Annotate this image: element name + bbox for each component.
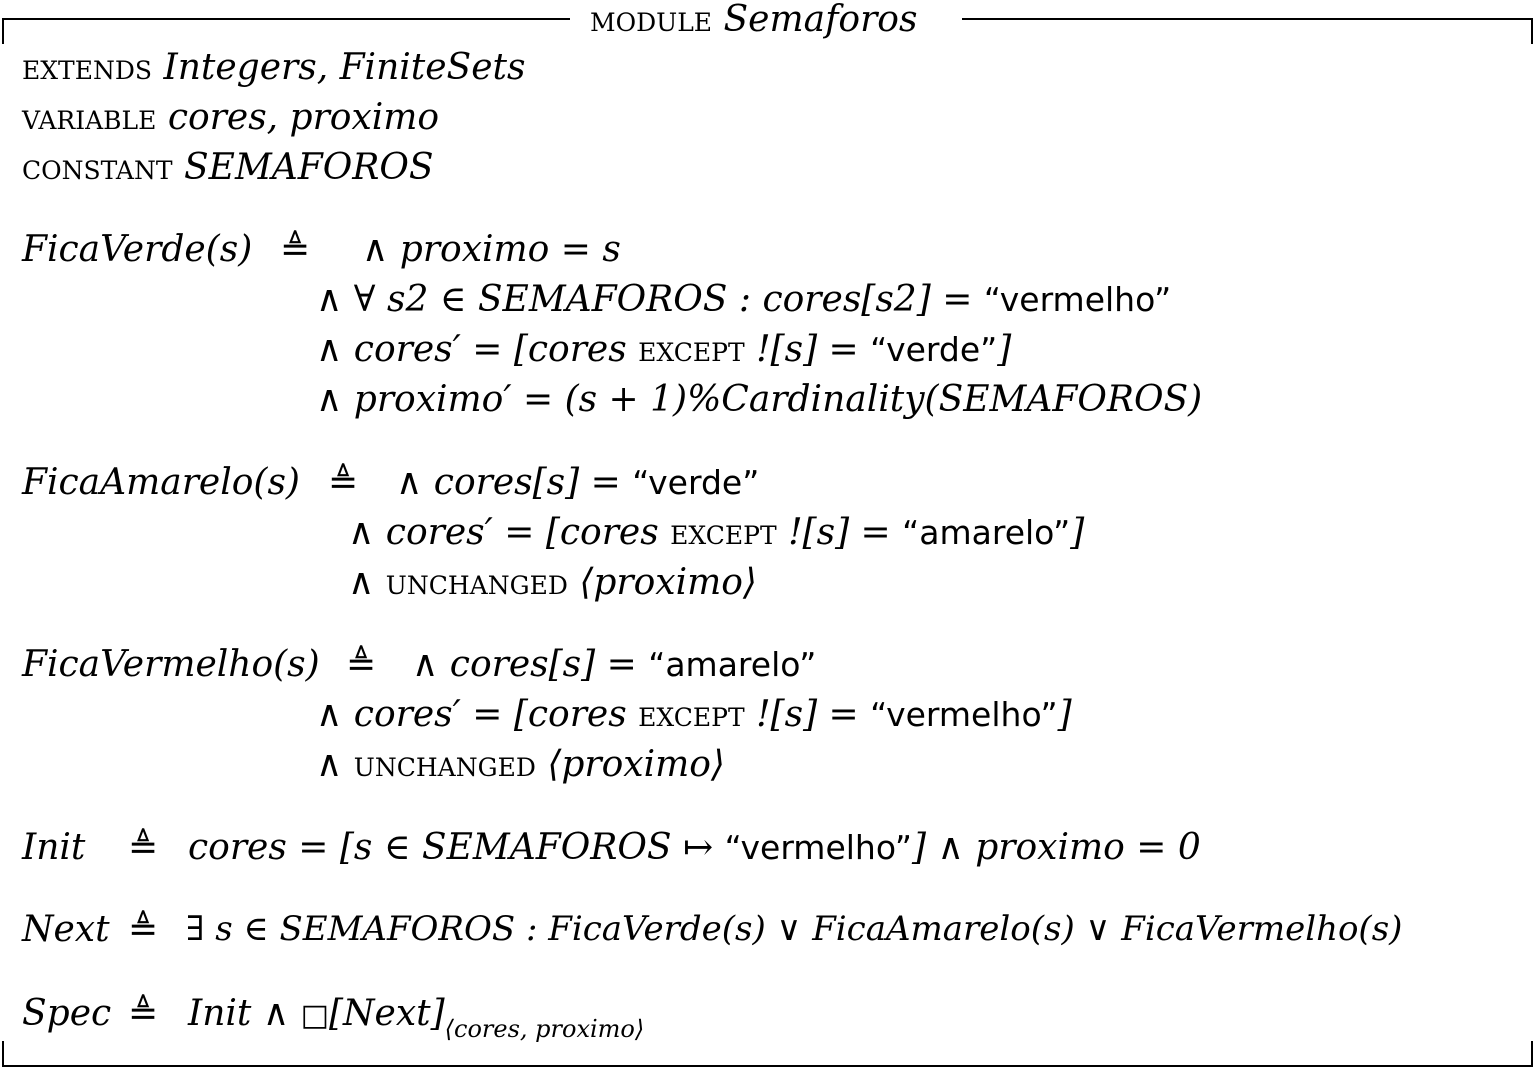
constant-line: constant SEMAFOROS — [22, 150, 434, 186]
fica-vermelho-line-1: ∧ cores[s] = “amarelo” — [412, 644, 817, 685]
spec-body: Init ∧ □[Next]⟨cores, proximo⟩ — [188, 993, 645, 1043]
next-def: ≜ — [128, 909, 159, 950]
extends-line: extends Integers, FiniteSets — [22, 50, 525, 86]
extends-list: Integers, FiniteSets — [163, 47, 526, 88]
fica-amarelo-line-2: ∧ cores′ = [cores except ![s] = “amarelo… — [348, 512, 1085, 553]
next-body: ∃ s ∈ SEMAFOROS : FicaVerde(s) ∨ FicaAma… — [186, 909, 1403, 949]
frame-bottom-rule — [2, 1065, 1533, 1067]
frame-bottom-right-tick — [1531, 1041, 1533, 1067]
spec-def: ≜ — [128, 993, 159, 1034]
fica-verde-def: ≜ — [280, 229, 311, 270]
always-box-symbol: □ — [300, 998, 329, 1033]
init-body: cores = [s ∈ SEMAFOROS ↦ “vermelho”] ∧ p… — [188, 827, 1201, 868]
spec-name: Spec — [22, 993, 112, 1034]
constant-keyword: constant — [22, 147, 173, 188]
frame-top-right-tick — [1531, 18, 1533, 44]
fica-amarelo-name: FicaAmarelo(s) — [22, 462, 300, 503]
fica-verde-line-1: ∧ proximo = s — [362, 229, 621, 270]
fica-verde-head: FicaVerde(s) — [22, 232, 252, 268]
fica-verde-line-2: ∧ ∀ s2 ∈ SEMAFOROS : cores[s2] = “vermel… — [316, 279, 1172, 320]
variable-keyword: variable — [22, 97, 157, 138]
init-name: Init — [22, 827, 86, 868]
init-def: ≜ — [128, 827, 159, 868]
fica-verde-line-3: ∧ cores′ = [cores except ![s] = “verde”] — [316, 329, 1012, 370]
fica-verde-line-4: ∧ proximo′ = (s + 1)%Cardinality(SEMAFOR… — [316, 379, 1203, 420]
fica-verde-name: FicaVerde(s) — [22, 229, 253, 270]
frame-top-left-rule — [2, 18, 570, 20]
module-keyword: module — [590, 0, 713, 40]
fica-vermelho-name: FicaVermelho(s) — [22, 644, 320, 685]
variable-line: variable cores, proximo — [22, 100, 439, 136]
frame-bottom-left-tick — [2, 1041, 4, 1067]
module-title: module Semaforos — [590, 2, 917, 38]
variable-list: cores, proximo — [167, 97, 440, 138]
frame-top-left-tick — [2, 18, 4, 44]
fica-vermelho-line-3: ∧ unchanged ⟨proximo⟩ — [316, 744, 725, 785]
extends-keyword: extends — [22, 47, 153, 88]
next-name: Next — [22, 909, 110, 950]
fica-vermelho-line-2: ∧ cores′ = [cores except ![s] = “vermelh… — [316, 694, 1072, 735]
constant-list: SEMAFOROS — [184, 147, 434, 188]
fica-vermelho-def: ≜ — [346, 644, 377, 685]
frame-top-right-rule — [962, 18, 1533, 20]
module-name: Semaforos — [723, 0, 918, 40]
fica-amarelo-line-3: ∧ unchanged ⟨proximo⟩ — [348, 562, 757, 603]
fica-amarelo-line-1: ∧ cores[s] = “verde” — [396, 462, 760, 503]
fica-amarelo-def: ≜ — [328, 462, 359, 503]
spec-subscript: ⟨cores, proximo⟩ — [444, 1015, 645, 1043]
